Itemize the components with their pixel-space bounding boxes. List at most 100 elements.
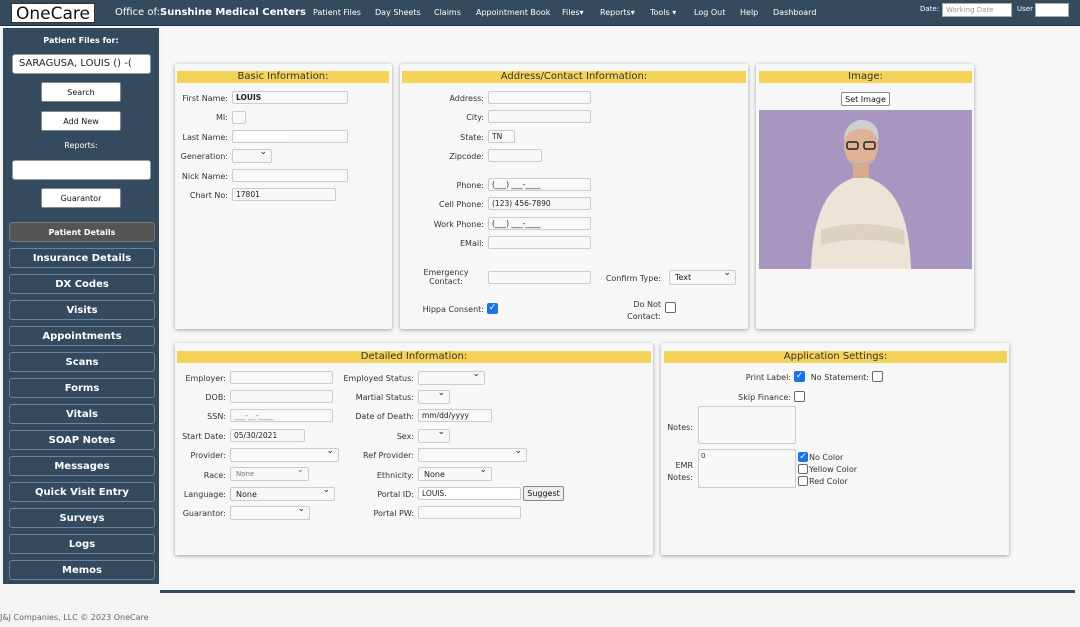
provider-select[interactable] (230, 446, 339, 462)
address-label: Address: (449, 94, 484, 103)
user-input[interactable] (1035, 3, 1069, 17)
work-phone-input[interactable]: (___) ___-____ (488, 217, 591, 230)
onecare-logo[interactable]: OneCare (11, 3, 95, 24)
search-button[interactable]: Search (41, 82, 121, 102)
sidebar-item-vitals[interactable]: Vitals (9, 404, 155, 424)
nav-log-out[interactable]: Log Out (694, 8, 725, 17)
nav-tools-menu[interactable]: Tools ▾ (650, 8, 676, 17)
start-date-input[interactable]: 05/30/2021 (230, 429, 305, 442)
address-input[interactable] (488, 91, 591, 104)
sidebar-item-dx-codes[interactable]: DX Codes (9, 274, 155, 294)
zipcode-input[interactable] (488, 149, 542, 162)
race-select[interactable]: None (230, 465, 309, 481)
sidebar-item-appointments[interactable]: Appointments (9, 326, 155, 346)
state-input[interactable]: TN (488, 130, 515, 143)
language-label: Language: (183, 490, 226, 499)
sidebar-item-scans[interactable]: Scans (9, 352, 155, 372)
zipcode-label: Zipcode: (449, 152, 484, 161)
email-input[interactable] (488, 236, 591, 249)
emergency-contact-input[interactable] (488, 271, 591, 284)
emr-notes-textarea[interactable]: 0 (698, 449, 796, 488)
cell-phone-input[interactable]: (123) 456-7890 (488, 197, 591, 210)
ref-provider-select[interactable] (418, 446, 527, 462)
cell-phone-label: Cell Phone: (439, 200, 484, 209)
suggest-button[interactable]: Suggest (523, 486, 564, 501)
section-header: Basic Information: (177, 71, 389, 83)
nav-day-sheets[interactable]: Day Sheets (375, 8, 421, 17)
print-label-checkbox[interactable]: ✓ (794, 371, 805, 382)
user-label: User (1017, 5, 1033, 13)
nick-name-input[interactable] (232, 169, 348, 182)
hippa-consent-label: Hippa Consent: (422, 305, 484, 314)
phone-input[interactable]: (___) ___-____ (488, 178, 591, 191)
nav-help[interactable]: Help (740, 8, 758, 17)
guarantor-select[interactable] (230, 504, 310, 520)
guarantor-button[interactable]: Guarantor (41, 188, 121, 208)
ethnicity-select[interactable]: None (418, 465, 492, 481)
nav-claims[interactable]: Claims (434, 8, 461, 17)
set-image-button[interactable]: Set Image (841, 92, 890, 106)
red-color-checkbox[interactable] (798, 476, 808, 486)
portal-id-input[interactable]: LOUIS. (418, 487, 521, 500)
hippa-consent-checkbox[interactable]: ✓ (487, 303, 498, 314)
last-name-input[interactable] (232, 130, 348, 143)
chart-no-input[interactable]: 17801 (232, 188, 336, 201)
chart-no-label: Chart No: (189, 191, 228, 200)
sex-select[interactable] (418, 427, 450, 443)
sidebar-item-logs[interactable]: Logs (9, 534, 155, 554)
skip-finance-checkbox[interactable] (794, 391, 805, 402)
first-name-input[interactable]: LOUIS (232, 91, 348, 104)
portal-id-label: Portal ID: (377, 490, 414, 499)
nav-patient-files[interactable]: Patient Files (313, 8, 361, 17)
sidebar-item-surveys[interactable]: Surveys (9, 508, 155, 528)
emergency-contact-label: Emergency Contact: (423, 268, 469, 286)
reports-select[interactable] (12, 160, 151, 180)
date-of-death-label: Date of Death: (355, 412, 414, 421)
ssn-input[interactable]: ___-__-____ (230, 409, 333, 422)
sidebar-item-forms[interactable]: Forms (9, 378, 155, 398)
portal-pw-label: Portal PW: (373, 509, 415, 518)
marital-status-label: Martial Status: (355, 393, 414, 402)
sidebar-item-patient-details[interactable]: Patient Details (9, 222, 155, 242)
nav-appointment-book[interactable]: Appointment Book (476, 8, 550, 17)
nav-files-menu[interactable]: Files▾ (562, 8, 584, 17)
no-color-checkbox[interactable]: ✓ (798, 452, 808, 462)
portal-pw-input[interactable] (418, 506, 521, 519)
employer-input[interactable] (230, 371, 333, 384)
patient-select[interactable]: SARAGUSA, LOUIS () -( (12, 54, 151, 74)
confirm-type-select[interactable]: Text (669, 268, 736, 285)
generation-select[interactable] (232, 147, 272, 163)
sidebar-item-visits[interactable]: Visits (9, 300, 155, 320)
city-input[interactable] (488, 110, 591, 123)
print-label-label: Print Label: (745, 373, 791, 382)
no-statement-checkbox[interactable] (872, 371, 883, 382)
generation-label: Generation: (180, 152, 228, 161)
sidebar-item-quick-visit-entry[interactable]: Quick Visit Entry (9, 482, 155, 502)
section-header: Image: (759, 71, 972, 83)
guarantor-label: Guarantor: (182, 509, 226, 518)
sidebar-item-messages[interactable]: Messages (9, 456, 155, 476)
marital-status-select[interactable] (418, 388, 450, 404)
employed-status-select[interactable] (418, 369, 485, 385)
add-new-button[interactable]: Add New (41, 111, 121, 131)
patient-photo (759, 110, 972, 269)
nav-dashboard[interactable]: Dashboard (773, 8, 816, 17)
sidebar-item-memos[interactable]: Memos (9, 560, 155, 580)
first-name-label: First Name: (182, 94, 228, 103)
do-not-contact-checkbox[interactable] (665, 302, 676, 313)
notes-label: Notes: (667, 423, 693, 432)
date-of-death-input[interactable]: mm/dd/yyyy (418, 409, 492, 422)
mi-label: MI: (216, 113, 228, 122)
notes-textarea[interactable] (698, 406, 796, 444)
dob-label: DOB: (205, 393, 226, 402)
sidebar-item-insurance-details[interactable]: Insurance Details (9, 248, 155, 268)
email-label: EMail: (460, 239, 484, 248)
working-date-input[interactable]: Working Date (942, 3, 1012, 17)
dob-input[interactable] (230, 390, 333, 403)
yellow-color-checkbox[interactable] (798, 464, 808, 474)
nav-reports-menu[interactable]: Reports▾ (600, 8, 635, 17)
sidebar-item-soap-notes[interactable]: SOAP Notes (9, 430, 155, 450)
language-select[interactable]: None (230, 485, 335, 501)
mi-input[interactable] (232, 111, 246, 124)
sidebar: Patient Files for: SARAGUSA, LOUIS () -(… (3, 28, 159, 584)
